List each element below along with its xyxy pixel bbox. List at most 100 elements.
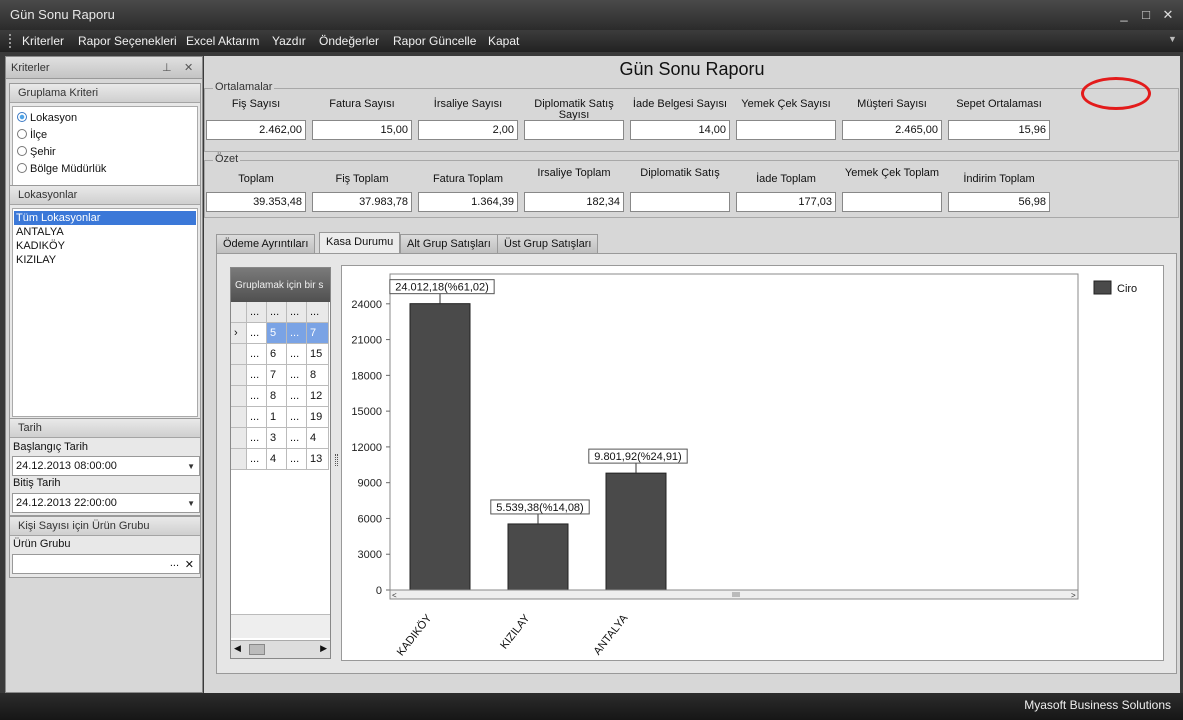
grid-cell[interactable]: ... [287,344,307,365]
menu-kapat[interactable]: Kapat [488,34,519,48]
pin-icon[interactable]: ⊥ [162,61,172,74]
close-icon[interactable]: ✕ [1159,6,1177,24]
summary-field[interactable]: 182,34 [524,192,624,212]
grid-cell[interactable]: 4 [267,449,287,470]
menu-overflow-icon[interactable]: ▼ [1168,34,1177,44]
tab-alt-grup-satislari[interactable]: Alt Grup Satışları [400,234,498,253]
row-indicator[interactable] [231,407,247,428]
tab-ust-grup-satislari[interactable]: Üst Grup Satışları [497,234,599,253]
average-label: Diplomatik Satış Sayısı [534,98,614,121]
menu-kriterler[interactable]: Kriterler [22,34,64,48]
grid-cell[interactable]: ... [247,449,267,470]
summary-field[interactable] [842,192,942,212]
grid-cell[interactable]: 7 [307,323,329,344]
row-indicator[interactable] [231,386,247,407]
summary-field[interactable]: 37.983,78 [312,192,412,212]
data-grid[interactable]: Gruplamak için bir s ............ ›... 5..… [230,267,331,659]
grid-cell[interactable]: 6 [267,344,287,365]
average-field[interactable] [524,120,624,140]
tab-odeme-ayrintilari[interactable]: Ödeme Ayrıntıları [216,234,316,253]
menu-yazdir[interactable]: Yazdır [272,34,306,48]
average-field[interactable]: 15,96 [948,120,1050,140]
location-item-kadikoy[interactable]: KADIKÖY [14,239,196,253]
grid-cell[interactable]: ... [247,365,267,386]
grid-cell[interactable]: ... [287,407,307,428]
grid-cell[interactable]: ... [247,407,267,428]
scroll-thumb[interactable] [249,644,265,655]
scroll-left-icon[interactable]: ◀ [234,643,241,654]
grid-cell[interactable]: 8 [307,365,329,386]
clear-icon[interactable]: ✕ [185,558,194,571]
radio-sehir[interactable]: Şehir [17,146,56,158]
grid-cell[interactable]: 1 [267,407,287,428]
tab-kasa-durumu[interactable]: Kasa Durumu [319,232,401,253]
grid-cell[interactable]: ... [247,428,267,449]
grouping-criteria-header: Gruplama Kriteri [10,84,200,103]
average-field[interactable]: 2.465,00 [842,120,942,140]
summary-field[interactable]: 1.364,39 [418,192,518,212]
splitter-handle[interactable] [335,454,338,466]
grid-column-header[interactable]: ... [267,302,287,323]
current-row-indicator-icon[interactable]: › [231,323,247,344]
radio-bolge-mudurluk[interactable]: Bölge Müdürlük [17,163,106,175]
grid-cell[interactable]: 7 [267,365,287,386]
grid-cell[interactable]: 19 [307,407,329,428]
maximize-icon[interactable]: □ [1137,6,1155,24]
average-field[interactable]: 14,00 [630,120,730,140]
summary-label: İndirim Toplam [963,173,1035,185]
row-indicator[interactable] [231,449,247,470]
location-item-antalya[interactable]: ANTALYA [14,225,196,239]
grid-cell[interactable]: ... [247,323,267,344]
radio-lokasyon[interactable]: Lokasyon [17,112,77,124]
menu-excel-aktarim[interactable]: Excel Aktarım [186,34,259,48]
locations-list[interactable]: Tüm Lokasyonlar ANTALYA KADIKÖY KIZILAY [12,208,198,417]
minimize-icon[interactable]: _ [1115,6,1133,24]
average-field[interactable]: 2,00 [418,120,518,140]
grid-column-header[interactable]: ... [287,302,307,323]
menu-rapor-secenekleri[interactable]: Rapor Seçenekleri [78,34,177,48]
summary-field[interactable]: 56,98 [948,192,1050,212]
scroll-right-icon[interactable]: ▶ [320,643,327,654]
grid-column-header[interactable]: ... [307,302,329,323]
summary-field[interactable] [630,192,730,212]
dropdown-arrow-icon[interactable]: ▼ [187,499,195,508]
average-field[interactable] [736,120,836,140]
grid-cell[interactable]: 15 [307,344,329,365]
grid-cell[interactable]: 12 [307,386,329,407]
average-label: Sepet Ortalaması [956,98,1042,110]
grid-cell[interactable]: 3 [267,428,287,449]
grid-cell[interactable]: ... [247,386,267,407]
grid-cell[interactable]: 13 [307,449,329,470]
dropdown-arrow-icon[interactable]: ▼ [187,462,195,471]
menu-rapor-guncelle[interactable]: Rapor Güncelle [393,34,476,48]
average-field[interactable]: 2.462,00 [206,120,306,140]
panel-close-icon[interactable]: ✕ [184,61,193,74]
menu-ondegerler[interactable]: Öndeğerler [319,34,379,48]
grid-cell[interactable]: 4 [307,428,329,449]
grid-column-header[interactable]: ... [247,302,267,323]
date-group: Tarih Başlangıç Tarih 24.12.2013 08:00:0… [9,418,201,516]
grid-cell[interactable]: ... [287,386,307,407]
row-indicator[interactable] [231,428,247,449]
radio-ilce[interactable]: İlçe [17,129,47,141]
location-item-all[interactable]: Tüm Lokasyonlar [14,211,196,225]
grid-cell[interactable]: ... [287,323,307,344]
grid-cell[interactable]: ... [247,344,267,365]
grid-cell[interactable]: ... [287,365,307,386]
end-date-picker[interactable]: 24.12.2013 22:00:00 ▼ [12,493,200,513]
summary-field[interactable]: 39.353,48 [206,192,306,212]
location-item-kizilay[interactable]: KIZILAY [14,253,196,267]
grid-horizontal-scrollbar[interactable]: ◀ ▶ [231,640,330,658]
row-indicator[interactable] [231,365,247,386]
start-date-picker[interactable]: 24.12.2013 08:00:00 ▼ [12,456,200,476]
ellipsis-button[interactable]: ... [170,557,179,569]
product-group-input[interactable]: ... ✕ [12,554,200,574]
grid-cell[interactable]: ... [287,449,307,470]
average-field[interactable]: 15,00 [312,120,412,140]
row-indicator[interactable] [231,344,247,365]
summary-field[interactable]: 177,03 [736,192,836,212]
y-tick-label: 3000 [358,549,382,561]
grid-cell[interactable]: ... [287,428,307,449]
grid-cell[interactable]: 5 [267,323,287,344]
grid-cell[interactable]: 8 [267,386,287,407]
